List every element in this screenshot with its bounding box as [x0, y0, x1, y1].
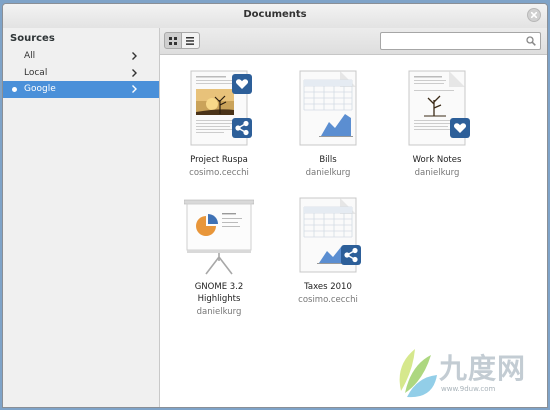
shared-icon — [232, 118, 252, 138]
document-author: danielkurg — [414, 168, 460, 178]
sidebar-item-all[interactable]: All — [3, 48, 159, 65]
spreadsheet-thumbnail — [299, 70, 357, 146]
document-item-work-notes[interactable]: Work Notes danielkurg — [382, 70, 492, 185]
document-name: Work Notes — [412, 155, 462, 165]
list-icon — [186, 37, 194, 45]
watermark-brand: 九度网 — [439, 352, 527, 385]
document-name: GNOME 3.2 Highlights — [164, 281, 274, 305]
search-box[interactable] — [380, 32, 541, 53]
close-icon — [531, 12, 537, 18]
document-author: cosimo.cecchi — [189, 168, 249, 178]
document-author: danielkurg — [196, 307, 242, 317]
documents-grid: Project Ruspa cosimo.cecchi Bills daniel… — [160, 55, 547, 407]
site-watermark: 九度网 www.9duw.com — [389, 341, 539, 403]
document-item-gnome-highlights[interactable]: GNOME 3.2 Highlights danielkurg — [164, 197, 274, 327]
window-title: Documents — [243, 9, 307, 20]
sidebar-item-label: All — [24, 51, 36, 61]
favorite-heart-icon — [232, 74, 252, 94]
search-input[interactable] — [384, 39, 524, 53]
favorite-heart-icon — [450, 118, 470, 138]
list-view-button[interactable] — [182, 32, 200, 49]
document-name-line: GNOME 3.2 — [194, 282, 244, 292]
watermark-url: www.9duw.com — [441, 385, 496, 393]
document-name-line: Highlights — [197, 294, 241, 304]
title-bar[interactable]: Documents — [3, 4, 547, 29]
document-author: cosimo.cecchi — [298, 295, 358, 305]
sources-sidebar: Sources All Local Google — [3, 28, 160, 407]
document-item-bills[interactable]: Bills danielkurg — [273, 70, 383, 185]
search-icon — [526, 36, 536, 46]
document-item-taxes-2010[interactable]: Taxes 2010 cosimo.cecchi — [273, 197, 383, 312]
sidebar-item-google[interactable]: Google — [3, 81, 159, 98]
document-name: Bills — [319, 155, 337, 165]
chevron-right-icon — [132, 69, 137, 77]
document-name: Project Ruspa — [190, 155, 248, 165]
close-button[interactable] — [527, 8, 541, 22]
document-name: Taxes 2010 — [304, 282, 352, 292]
documents-window: Documents Sources All Local Google Proje… — [2, 3, 548, 408]
grid-view-button[interactable] — [164, 32, 182, 49]
sidebar-item-label: Google — [24, 84, 56, 94]
chevron-right-icon — [132, 85, 137, 93]
document-item-project-ruspa[interactable]: Project Ruspa cosimo.cecchi — [164, 70, 274, 185]
presentation-thumbnail — [184, 199, 254, 275]
sidebar-item-label: Local — [24, 68, 48, 78]
shared-icon — [341, 245, 361, 265]
grid-icon — [169, 37, 177, 45]
sidebar-item-local[interactable]: Local — [3, 65, 159, 82]
chevron-right-icon — [132, 52, 137, 60]
leaf-logo-icon — [399, 349, 437, 398]
active-indicator-icon — [12, 87, 17, 92]
sidebar-header: Sources — [10, 33, 55, 44]
toolbar — [160, 28, 547, 55]
document-author: danielkurg — [305, 168, 351, 178]
